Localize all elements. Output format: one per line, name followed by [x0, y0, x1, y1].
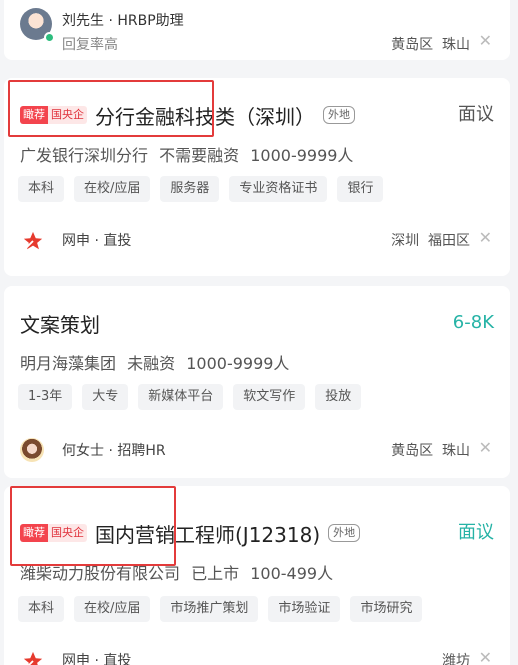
- salary: 面议: [458, 522, 494, 543]
- company-size: 1000-9999人: [250, 146, 354, 165]
- avatar: [20, 438, 44, 462]
- area: 珠山: [442, 37, 470, 53]
- job-title[interactable]: 分行金融科技类（深圳）: [95, 101, 315, 130]
- tag: 市场推广策划: [160, 596, 259, 622]
- district: 福田区: [428, 233, 470, 249]
- area: 珠山: [442, 443, 470, 459]
- tag: 软文写作: [233, 384, 306, 410]
- job-title[interactable]: 文案策划: [20, 309, 100, 338]
- recruiter-name: 何女士 · 招聘HR: [62, 443, 166, 459]
- funding-stage: 未融资: [127, 354, 176, 373]
- close-icon[interactable]: ✕: [479, 31, 492, 50]
- badge-group: 瞰荐 国央企: [20, 524, 87, 542]
- city: 潍坊: [442, 653, 470, 665]
- job-location: 黄岛区 珠山: [391, 440, 470, 460]
- red-star-icon: [23, 231, 43, 250]
- tag: 新媒体平台: [138, 384, 224, 410]
- reply-rate: 回复率高: [62, 37, 118, 53]
- funding-stage: 不需要融资: [159, 146, 240, 165]
- requirement-tags: 本科 在校/应届 市场推广策划 市场验证 市场研究: [18, 596, 432, 622]
- tag: 专业资格证书: [229, 176, 328, 202]
- recommend-badge: 瞰荐: [20, 106, 48, 124]
- badge-group: 瞰荐 国央企: [20, 106, 87, 124]
- tag: 在校/应届: [74, 176, 151, 202]
- job-title-row: 瞰荐 国央企 分行金融科技类（深圳） 外地: [20, 100, 496, 130]
- district: 黄岛区: [391, 443, 434, 459]
- apply-row: 网申 · 直投 潍坊 ✕: [20, 648, 496, 665]
- tag: 服务器: [160, 176, 220, 202]
- salary: 6-8K: [452, 312, 494, 333]
- red-star-icon: [23, 651, 43, 665]
- company-size: 1000-9999人: [186, 354, 290, 373]
- job-card[interactable]: 瞰荐 国央企 分行金融科技类（深圳） 外地 面议 广发银行深圳分行 不需要融资 …: [4, 78, 510, 276]
- company-name: 明月海藻集团: [20, 354, 117, 373]
- job-card[interactable]: 文案策划 6-8K 明月海藻集团 未融资 1000-9999人 1-3年 大专 …: [4, 286, 510, 478]
- company-info: 广发银行深圳分行 不需要融资 1000-9999人: [20, 142, 359, 166]
- recommend-badge: 瞰荐: [20, 524, 48, 542]
- job-title-row: 瞰荐 国央企 国内营销工程师(J12318) 外地: [20, 518, 496, 548]
- district: 黄岛区: [391, 37, 434, 53]
- recruiter-row: 何女士 · 招聘HR 黄岛区 珠山 ✕: [20, 438, 496, 462]
- company-name: 广发银行深圳分行: [20, 146, 149, 165]
- close-icon[interactable]: ✕: [479, 228, 492, 247]
- job-location: 潍坊: [442, 650, 470, 665]
- company-name: 潍柴动力股份有限公司: [20, 564, 181, 583]
- company-info: 潍柴动力股份有限公司 已上市 100-499人: [20, 560, 339, 584]
- company-size: 100-499人: [250, 564, 334, 583]
- job-title-row: 文案策划: [20, 308, 496, 338]
- close-icon[interactable]: ✕: [479, 438, 492, 457]
- online-status-icon: [44, 32, 55, 43]
- close-icon[interactable]: ✕: [479, 648, 492, 665]
- city: 深圳: [391, 233, 420, 249]
- apply-method: 网申 · 直投: [62, 653, 132, 665]
- recruiter-name: 刘先生 · HRBP助理: [62, 13, 184, 29]
- tag: 本科: [18, 176, 65, 202]
- salary: 面议: [458, 104, 494, 125]
- out-of-town-tag: 外地: [323, 106, 355, 124]
- tag: 市场研究: [350, 596, 423, 622]
- soe-badge: 国央企: [48, 106, 87, 124]
- tag: 市场验证: [268, 596, 341, 622]
- job-card[interactable]: 刘先生 · HRBP助理 回复率高 黄岛区 珠山 ✕: [4, 0, 510, 60]
- soe-badge: 国央企: [48, 524, 87, 542]
- tag: 本科: [18, 596, 65, 622]
- job-title[interactable]: 国内营销工程师(J12318): [95, 519, 320, 548]
- tag: 1-3年: [18, 384, 73, 410]
- apply-method: 网申 · 直投: [62, 233, 132, 249]
- requirement-tags: 本科 在校/应届 服务器 专业资格证书 银行: [18, 176, 393, 202]
- tag: 大专: [82, 384, 129, 410]
- job-location: 黄岛区 珠山: [391, 34, 470, 54]
- tag: 投放: [315, 384, 362, 410]
- job-location: 深圳 福田区: [391, 230, 470, 250]
- tag: 银行: [337, 176, 384, 202]
- apply-row: 网申 · 直投 深圳 福田区 ✕: [20, 228, 496, 252]
- requirement-tags: 1-3年 大专 新媒体平台 软文写作 投放: [18, 384, 371, 410]
- tag: 在校/应届: [74, 596, 151, 622]
- company-info: 明月海藻集团 未融资 1000-9999人: [20, 350, 295, 374]
- job-card[interactable]: 瞰荐 国央企 国内营销工程师(J12318) 外地 面议 潍柴动力股份有限公司 …: [4, 486, 510, 665]
- out-of-town-tag: 外地: [328, 524, 361, 542]
- funding-stage: 已上市: [191, 564, 240, 583]
